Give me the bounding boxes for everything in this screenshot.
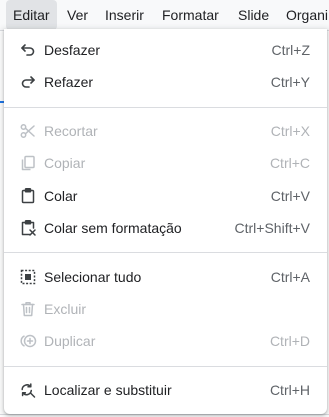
menu-item-label: Desfazer — [44, 42, 101, 58]
menubar-edit[interactable]: Editar — [6, 0, 57, 30]
menubar-slide[interactable]: Slide — [238, 0, 269, 30]
menubar-arrange[interactable]: Organi — [286, 0, 328, 30]
menu-item-label: Selecionar tudo — [44, 269, 142, 285]
menu-item-label: Excluir — [44, 301, 87, 317]
menu-item-shortcut: Ctrl+V — [270, 188, 310, 204]
menu-item-find-replace[interactable]: Localizar e substituir Ctrl+H — [4, 374, 327, 406]
menu-item-paste-without-formatting[interactable]: Colar sem formatação Ctrl+Shift+V — [4, 212, 327, 244]
menu-item-shortcut: Ctrl+H — [269, 382, 310, 398]
redo-icon — [19, 73, 37, 91]
menu-item-shortcut: Ctrl+C — [269, 155, 310, 171]
select-all-icon — [19, 268, 37, 286]
menubar-insert[interactable]: Inserir — [105, 0, 144, 30]
menu-item-label: Colar — [44, 188, 78, 204]
menu-item-copy[interactable]: Copiar Ctrl+C — [4, 147, 327, 179]
menu-separator — [4, 252, 327, 253]
menu-item-label: Recortar — [44, 123, 98, 139]
scissors-icon — [19, 122, 37, 140]
menu-item-label: Copiar — [44, 155, 86, 171]
menubar-format[interactable]: Formatar — [162, 0, 219, 30]
menu-item-undo[interactable]: Desfazer Ctrl+Z — [4, 34, 327, 66]
menu-item-label: Duplicar — [44, 333, 96, 349]
edit-menu: Desfazer Ctrl+Z Refazer Ctrl+Y Recortar … — [4, 29, 327, 414]
menu-item-shortcut: Ctrl+Y — [270, 74, 310, 90]
menu-item-paste[interactable]: Colar Ctrl+V — [4, 180, 327, 212]
menu-item-select-all[interactable]: Selecionar tudo Ctrl+A — [4, 261, 327, 293]
menu-item-redo[interactable]: Refazer Ctrl+Y — [4, 66, 327, 98]
clipboard-icon — [19, 187, 37, 205]
menu-item-shortcut: Ctrl+A — [270, 269, 310, 285]
duplicate-icon — [19, 332, 37, 350]
trash-icon — [19, 300, 37, 318]
menu-item-label: Localizar e substituir — [44, 382, 172, 398]
undo-icon — [19, 41, 37, 59]
find-replace-icon — [19, 381, 37, 399]
copy-icon — [19, 154, 37, 172]
menubar: Editar Ver Inserir Formatar Slide Organi — [0, 0, 329, 30]
menu-item-delete[interactable]: Excluir — [4, 293, 327, 325]
clipboard-unformatted-icon — [19, 219, 37, 237]
menu-item-label: Colar sem formatação — [44, 220, 182, 236]
menubar-view[interactable]: Ver — [67, 0, 88, 30]
menu-item-shortcut: Ctrl+X — [270, 123, 310, 139]
menu-separator — [4, 107, 327, 108]
menu-item-label: Refazer — [44, 74, 94, 90]
background-divider — [0, 414, 329, 415]
menu-separator — [4, 366, 327, 367]
menu-item-shortcut: Ctrl+Shift+V — [234, 220, 310, 236]
menu-item-cut[interactable]: Recortar Ctrl+X — [4, 115, 327, 147]
menu-item-shortcut: Ctrl+Z — [271, 42, 311, 58]
menu-item-shortcut: Ctrl+D — [269, 333, 310, 349]
menu-item-duplicate[interactable]: Duplicar Ctrl+D — [4, 325, 327, 357]
